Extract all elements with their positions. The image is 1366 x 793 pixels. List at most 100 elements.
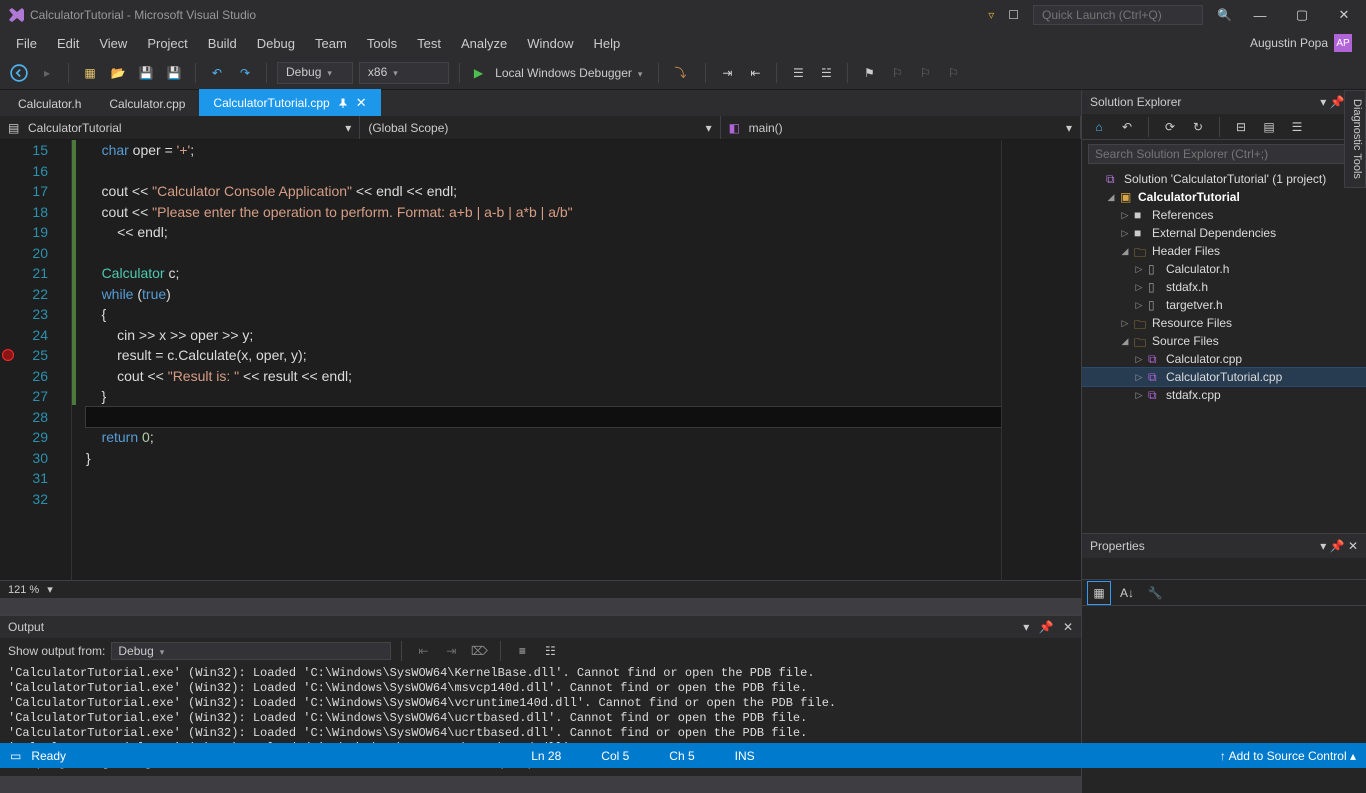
notifications-icon[interactable]: ▿ — [988, 8, 994, 22]
output-prev-icon[interactable]: ⇤ — [412, 640, 434, 662]
outdent-icon[interactable]: ⇤ — [744, 62, 766, 84]
nav-class-select[interactable]: ▤CalculatorTutorial▾ — [0, 116, 360, 139]
play-icon[interactable]: ▶ — [474, 66, 483, 80]
nav-func-select[interactable]: ◧main()▾ — [721, 116, 1081, 139]
menu-view[interactable]: View — [89, 32, 137, 55]
tab-calculator-h[interactable]: Calculator.h — [4, 91, 95, 116]
tree-calculatortutorial-cpp[interactable]: ▷⧉CalculatorTutorial.cpp — [1082, 368, 1366, 386]
tree-resource-files[interactable]: ▷🗀Resource Files — [1082, 314, 1366, 332]
quick-launch-input[interactable] — [1033, 5, 1203, 25]
new-project-icon[interactable]: ▦ — [79, 62, 101, 84]
start-debugging-button[interactable]: Local Windows Debugger — [489, 66, 648, 80]
navigate-back-icon[interactable] — [8, 62, 30, 84]
refresh-icon[interactable]: ↻ — [1187, 116, 1209, 138]
output-h-scrollbar[interactable] — [0, 776, 1081, 793]
tree-calculator-h[interactable]: ▷▯Calculator.h — [1082, 260, 1366, 278]
menu-window[interactable]: Window — [517, 32, 583, 55]
close-tab-icon[interactable]: ✕ — [356, 95, 367, 111]
tree-stdafx-h[interactable]: ▷▯stdafx.h — [1082, 278, 1366, 296]
output-lines-icon[interactable]: ☷ — [539, 640, 561, 662]
menu-file[interactable]: File — [6, 32, 47, 55]
panel-dropdown-icon[interactable]: ▾ — [1023, 620, 1029, 634]
indent-icon[interactable]: ⇥ — [716, 62, 738, 84]
tree-stdafx-cpp[interactable]: ▷⧉stdafx.cpp — [1082, 386, 1366, 404]
titlebar: CalculatorTutorial - Microsoft Visual St… — [0, 0, 1366, 30]
panel-pin-icon[interactable]: 📌 — [1330, 95, 1345, 109]
h-scrollbar[interactable] — [0, 598, 1081, 615]
alpha-icon[interactable]: A↓ — [1116, 582, 1138, 604]
tree-targetver-h[interactable]: ▷▯targetver.h — [1082, 296, 1366, 314]
status-ch: Ch 5 — [669, 749, 694, 763]
zoom-level[interactable]: 121 % — [8, 584, 39, 596]
tree-calculator-cpp[interactable]: ▷⧉Calculator.cpp — [1082, 350, 1366, 368]
output-filter-select[interactable]: Debug — [111, 642, 391, 660]
navigate-fwd-icon: ▸ — [36, 62, 58, 84]
code-editor[interactable]: 151617181920212223242526272829303132 cha… — [0, 140, 1081, 580]
output-title: Output — [8, 620, 44, 634]
pin-icon[interactable] — [338, 98, 348, 108]
menu-edit[interactable]: Edit — [47, 32, 89, 55]
diagnostic-tools-tab[interactable]: Diagnostic Tools — [1344, 90, 1366, 188]
uncomment-icon[interactable]: ☱ — [815, 62, 837, 84]
menu-build[interactable]: Build — [198, 32, 247, 55]
solution-search-input[interactable] — [1088, 144, 1360, 164]
minimize-button[interactable]: — — [1246, 8, 1274, 23]
tree-calculatortutorial[interactable]: ◢▣CalculatorTutorial — [1082, 188, 1366, 206]
search-icon[interactable]: 🔍 — [1217, 8, 1232, 22]
clear-bookmarks-icon[interactable]: ⚐ — [942, 62, 964, 84]
panel-menu-icon[interactable]: ▾ — [1320, 95, 1326, 109]
platform-select[interactable]: x86 — [359, 62, 449, 84]
show-all-icon[interactable]: ▤ — [1258, 116, 1280, 138]
user-avatar[interactable]: AP — [1334, 34, 1352, 52]
panel-pin-icon[interactable]: 📌 — [1039, 620, 1054, 634]
config-select[interactable]: Debug — [277, 62, 353, 84]
menu-tools[interactable]: Tools — [357, 32, 407, 55]
tree-header-files[interactable]: ◢🗀Header Files — [1082, 242, 1366, 260]
output-clear-icon[interactable]: ⌦ — [468, 640, 490, 662]
menu-debug[interactable]: Debug — [247, 32, 305, 55]
sync-icon[interactable]: ⟳ — [1159, 116, 1181, 138]
user-name[interactable]: Augustin Popa — [1250, 36, 1328, 50]
properties-icon[interactable]: ☰ — [1286, 116, 1308, 138]
redo-icon[interactable]: ↷ — [234, 62, 256, 84]
menu-help[interactable]: Help — [584, 32, 631, 55]
tab-calculator-cpp[interactable]: Calculator.cpp — [95, 91, 199, 116]
menubar: FileEditViewProjectBuildDebugTeamToolsTe… — [0, 30, 1366, 56]
menu-analyze[interactable]: Analyze — [451, 32, 517, 55]
comment-icon[interactable]: ☰ — [787, 62, 809, 84]
menu-team[interactable]: Team — [305, 32, 357, 55]
step-icon[interactable]: ⤵ — [669, 62, 691, 84]
minimap[interactable] — [1001, 140, 1081, 580]
nav-scope-select[interactable]: (Global Scope)▾ — [360, 116, 720, 139]
status-col: Col 5 — [601, 749, 629, 763]
tree-solution-calculatortutorial-1-project-[interactable]: ⧉Solution 'CalculatorTutorial' (1 projec… — [1082, 170, 1366, 188]
tab-active[interactable]: CalculatorTutorial.cpp ✕ — [199, 89, 380, 116]
bookmark-icon[interactable]: ⚑ — [858, 62, 880, 84]
maximize-button[interactable]: ▢ — [1288, 7, 1316, 23]
next-bookmark-icon[interactable]: ⚐ — [914, 62, 936, 84]
undo-icon[interactable]: ↶ — [206, 62, 228, 84]
output-next-icon[interactable]: ⇥ — [440, 640, 462, 662]
back-icon[interactable]: ↶ — [1116, 116, 1138, 138]
save-all-icon[interactable]: 💾 — [163, 62, 185, 84]
tree-source-files[interactable]: ◢🗀Source Files — [1082, 332, 1366, 350]
categorized-icon[interactable]: ▦ — [1088, 582, 1110, 604]
output-wrap-icon[interactable]: ≡ — [511, 640, 533, 662]
close-button[interactable]: ✕ — [1330, 7, 1358, 23]
solution-explorer-header: Solution Explorer ▾ 📌 ✕ — [1082, 90, 1366, 114]
home-icon[interactable]: ⌂ — [1088, 116, 1110, 138]
prev-bookmark-icon[interactable]: ⚐ — [886, 62, 908, 84]
collapse-icon[interactable]: ⊟ — [1230, 116, 1252, 138]
solution-toolbar: ⌂ ↶ ⟳ ↻ ⊟ ▤ ☰ — [1082, 114, 1366, 140]
save-icon[interactable]: 💾 — [135, 62, 157, 84]
menu-test[interactable]: Test — [407, 32, 451, 55]
menu-project[interactable]: Project — [137, 32, 197, 55]
wrench-icon[interactable]: 🔧 — [1144, 582, 1166, 604]
solution-tree[interactable]: ⧉Solution 'CalculatorTutorial' (1 projec… — [1082, 168, 1366, 533]
tree-external-dependencies[interactable]: ▷■External Dependencies — [1082, 224, 1366, 242]
tree-references[interactable]: ▷■References — [1082, 206, 1366, 224]
open-icon[interactable]: 📂 — [107, 62, 129, 84]
source-control-button[interactable]: ↑ Add to Source Control ▴ — [1220, 749, 1356, 763]
feedback-icon[interactable]: ☐ — [1008, 8, 1019, 22]
panel-close-icon[interactable]: ✕ — [1063, 620, 1073, 634]
